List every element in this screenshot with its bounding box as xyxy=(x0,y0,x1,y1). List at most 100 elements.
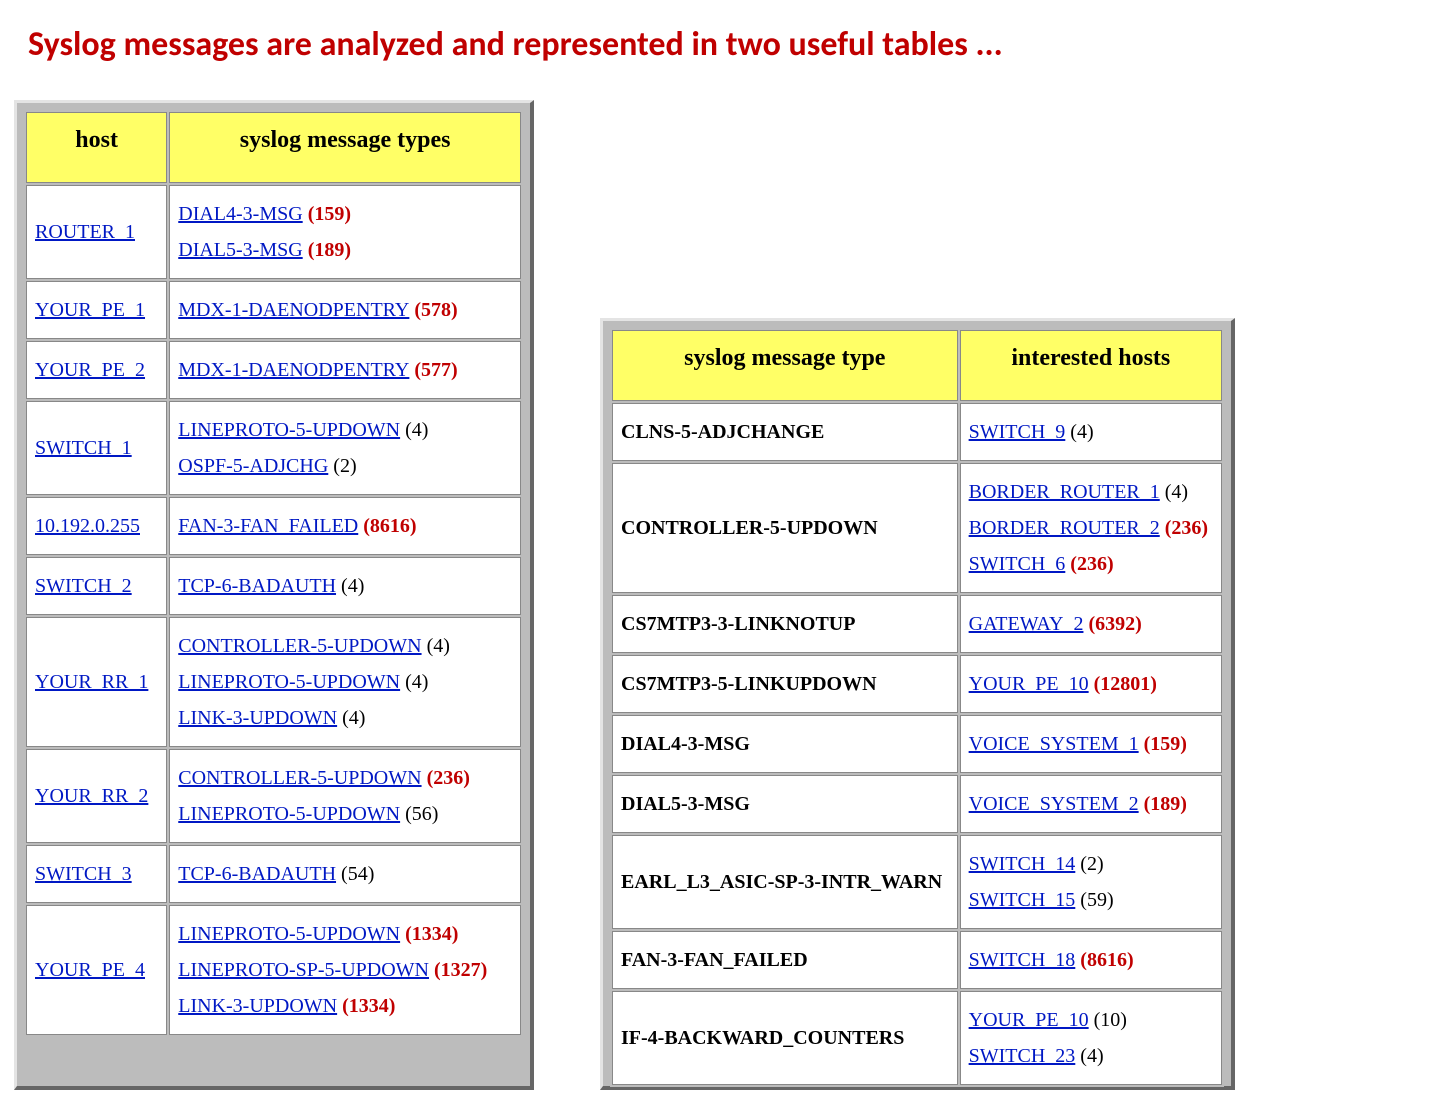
table-row: DIAL4-3-MSGVOICE_SYSTEM_1 (159) xyxy=(612,715,1222,773)
host-entry: BORDER_ROUTER_1 (4) xyxy=(969,478,1213,506)
table-row: ROUTER_1DIAL4-3-MSG (159)DIAL5-3-MSG (18… xyxy=(26,185,521,279)
host-link[interactable]: VOICE_SYSTEM_1 xyxy=(969,733,1139,755)
host-count: (6392) xyxy=(1083,613,1141,635)
msg-type-cell: CONTROLLER-5-UPDOWN xyxy=(612,463,958,593)
host-link[interactable]: SWITCH_6 xyxy=(969,553,1066,575)
table-row: CS7MTP3-5-LINKUPDOWNYOUR_PE_10 (12801) xyxy=(612,655,1222,713)
host-link[interactable]: YOUR_PE_10 xyxy=(969,1009,1089,1031)
interested-hosts-cell: YOUR_PE_10 (10)SWITCH_23 (4) xyxy=(960,991,1222,1085)
msg-type-label: CS7MTP3-5-LINKUPDOWN xyxy=(621,673,877,695)
msg-type-link[interactable]: LINEPROTO-5-UPDOWN xyxy=(178,803,400,825)
host-count: (8616) xyxy=(1075,949,1133,971)
msg-type-link[interactable]: LINK-3-UPDOWN xyxy=(178,995,337,1017)
msg-type-cell: IF-4-BACKWARD_COUNTERS xyxy=(612,991,958,1085)
table-row: SWITCH_3 TCP-6-BADAUTH (54) xyxy=(26,845,521,903)
msg-type-link[interactable]: TCP-6-BADAUTH xyxy=(178,863,336,885)
host-count: (236) xyxy=(1065,553,1113,575)
msg-type-link[interactable]: OSPF-5-ADJCHG xyxy=(178,455,328,477)
table-header-row: syslog message type interested hosts xyxy=(612,330,1222,401)
col-msg-type: syslog message type xyxy=(612,330,958,401)
host-link[interactable]: YOUR_PE_4 xyxy=(35,959,145,981)
msg-type-link[interactable]: DIAL5-3-MSG xyxy=(178,239,302,261)
msg-type-link[interactable]: MDX-1-DAENODPENTRY xyxy=(178,299,409,321)
host-link[interactable]: SWITCH_3 xyxy=(35,863,132,885)
msg-type-link[interactable]: MDX-1-DAENODPENTRY xyxy=(178,359,409,381)
host-link[interactable]: YOUR_PE_2 xyxy=(35,359,145,381)
host-link[interactable]: SWITCH_18 xyxy=(969,949,1076,971)
host-link[interactable]: SWITCH_14 xyxy=(969,853,1076,875)
msg-entry: LINEPROTO-5-UPDOWN (4) xyxy=(178,668,512,696)
host-cell: SWITCH_3 xyxy=(26,845,167,903)
host-link[interactable]: YOUR_PE_1 xyxy=(35,299,145,321)
msg-entry: TCP-6-BADAUTH (4) xyxy=(178,572,512,600)
msg-count: (577) xyxy=(409,359,457,381)
msg-type-link[interactable]: LINEPROTO-5-UPDOWN xyxy=(178,923,400,945)
table-row: YOUR_RR_2 CONTROLLER-5-UPDOWN (236) LINEPR… xyxy=(26,749,521,843)
host-entry: VOICE_SYSTEM_2 (189) xyxy=(969,790,1213,818)
col-host: host xyxy=(26,112,167,183)
msg-type-link[interactable]: CONTROLLER-5-UPDOWN xyxy=(178,767,421,789)
msg-types-cell: DIAL4-3-MSG (159)DIAL5-3-MSG (189) xyxy=(169,185,521,279)
msg-type-cell: FAN-3-FAN_FAILED xyxy=(612,931,958,989)
type-hosts-table: syslog message type interested hosts CLN… xyxy=(610,328,1224,1087)
msg-count: (1334) xyxy=(337,995,395,1017)
host-link[interactable]: BORDER_ROUTER_1 xyxy=(969,481,1160,503)
msg-entry: LINEPROTO-5-UPDOWN (56) xyxy=(178,800,512,828)
msg-type-link[interactable]: LINEPROTO-5-UPDOWN xyxy=(178,419,400,441)
host-link[interactable]: YOUR_RR_2 xyxy=(35,785,148,807)
host-link[interactable]: GATEWAY_2 xyxy=(969,613,1084,635)
host-cell: SWITCH_2 xyxy=(26,557,167,615)
host-link[interactable]: SWITCH_15 xyxy=(969,889,1076,911)
host-link[interactable]: 10.192.0.255 xyxy=(35,515,140,537)
host-entry: SWITCH_23 (4) xyxy=(969,1042,1213,1070)
msg-type-link[interactable]: CONTROLLER-5-UPDOWN xyxy=(178,635,421,657)
msg-count: (1327) xyxy=(429,959,487,981)
host-link[interactable]: VOICE_SYSTEM_2 xyxy=(969,793,1139,815)
msg-type-cell: DIAL4-3-MSG xyxy=(612,715,958,773)
host-link[interactable]: BORDER_ROUTER_2 xyxy=(969,517,1160,539)
table-row: CS7MTP3-3-LINKNOTUPGATEWAY_2 (6392) xyxy=(612,595,1222,653)
host-cell: YOUR_PE_2 xyxy=(26,341,167,399)
host-syslog-table: host syslog message types ROUTER_1DIAL4-… xyxy=(24,110,523,1037)
host-link[interactable]: SWITCH_9 xyxy=(969,421,1066,443)
msg-entry: DIAL4-3-MSG (159) xyxy=(178,200,512,228)
msg-count: (2) xyxy=(328,455,356,477)
msg-entry: MDX-1-DAENODPENTRY (578) xyxy=(178,296,512,324)
table-row: 10.192.0.255FAN-3-FAN_FAILED (8616) xyxy=(26,497,521,555)
host-count: (236) xyxy=(1160,517,1208,539)
msg-type-cell: CS7MTP3-5-LINKUPDOWN xyxy=(612,655,958,713)
msg-types-cell: LINEPROTO-5-UPDOWN (1334) LINEPROTO-SP-5-… xyxy=(169,905,521,1035)
host-cell: YOUR_RR_1 xyxy=(26,617,167,747)
host-link[interactable]: SWITCH_1 xyxy=(35,437,132,459)
msg-type-label: DIAL4-3-MSG xyxy=(621,733,750,755)
msg-count: (4) xyxy=(336,575,364,597)
msg-count: (189) xyxy=(303,239,351,261)
msg-type-link[interactable]: DIAL4-3-MSG xyxy=(178,203,302,225)
msg-entry: LINEPROTO-SP-5-UPDOWN (1327) xyxy=(178,956,512,984)
msg-type-link[interactable]: FAN-3-FAN_FAILED xyxy=(178,515,358,537)
host-link[interactable]: YOUR_RR_1 xyxy=(35,671,148,693)
msg-count: (159) xyxy=(303,203,351,225)
host-link[interactable]: SWITCH_2 xyxy=(35,575,132,597)
msg-count: (4) xyxy=(400,419,428,441)
interested-hosts-cell: GATEWAY_2 (6392) xyxy=(960,595,1222,653)
msg-types-cell: LINEPROTO-5-UPDOWN (4) OSPF-5-ADJCHG (2) xyxy=(169,401,521,495)
msg-types-cell: TCP-6-BADAUTH (54) xyxy=(169,845,521,903)
msg-type-link[interactable]: LINK-3-UPDOWN xyxy=(178,707,337,729)
host-count: (2) xyxy=(1075,853,1103,875)
msg-type-link[interactable]: LINEPROTO-5-UPDOWN xyxy=(178,671,400,693)
msg-count: (4) xyxy=(422,635,450,657)
msg-count: (236) xyxy=(422,767,470,789)
host-link[interactable]: ROUTER_1 xyxy=(35,221,135,243)
host-link[interactable]: YOUR_PE_10 xyxy=(969,673,1089,695)
page-title: Syslog messages are analyzed and represe… xyxy=(28,24,1419,65)
table-row: CLNS-5-ADJCHANGESWITCH_9 (4) xyxy=(612,403,1222,461)
msg-entry: MDX-1-DAENODPENTRY (577) xyxy=(178,356,512,384)
host-link[interactable]: SWITCH_23 xyxy=(969,1045,1076,1067)
msg-types-cell: TCP-6-BADAUTH (4) xyxy=(169,557,521,615)
host-entry: SWITCH_9 (4) xyxy=(969,418,1213,446)
msg-type-link[interactable]: TCP-6-BADAUTH xyxy=(178,575,336,597)
msg-type-link[interactable]: LINEPROTO-SP-5-UPDOWN xyxy=(178,959,429,981)
msg-count: (54) xyxy=(336,863,374,885)
host-count: (189) xyxy=(1139,793,1187,815)
